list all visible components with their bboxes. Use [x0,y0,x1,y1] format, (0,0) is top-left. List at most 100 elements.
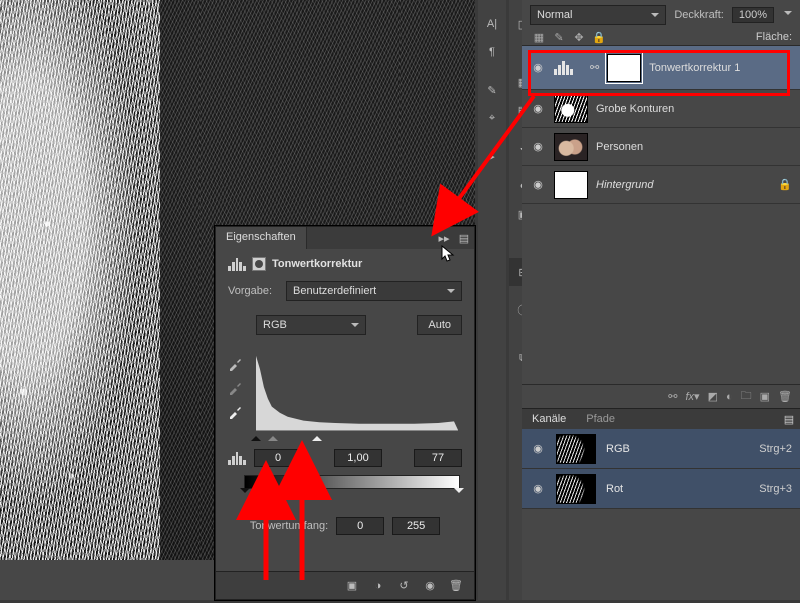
link-mask-icon[interactable]: ⚯ [590,61,599,74]
tab-channels[interactable]: Kanäle [522,409,576,429]
input-black-field[interactable]: 0 [254,449,302,467]
properties-tab[interactable]: Eigenschaften [216,227,307,249]
right-panel: Normal Deckkraft: 100% ▦ ✎ ✥ 🔒 Fläche: ◉… [522,0,800,600]
opacity-label: Deckkraft: [674,9,724,21]
visibility-toggle-icon[interactable]: ◉ [530,102,546,115]
levels-icon [554,61,582,75]
panel-dock-left: A| ¶ ✎ ⌖ ▸ [478,0,506,600]
add-mask-icon[interactable]: ◩ [708,390,718,403]
auto-button[interactable]: Auto [417,315,462,335]
visibility-toggle-icon[interactable]: ◉ [530,140,546,153]
channel-value: RGB [263,319,287,331]
opacity-value[interactable]: 100% [732,7,774,23]
layer-thumb[interactable] [554,95,588,123]
output-slider-white[interactable] [454,488,464,498]
paragraph-panel-icon[interactable]: ¶ [478,38,506,66]
lock-position-icon[interactable]: ✥ [570,30,588,44]
output-gradient[interactable] [244,475,460,489]
output-slider-black[interactable] [240,488,250,498]
layer-thumb[interactable] [554,133,588,161]
slider-black[interactable] [251,431,261,441]
histogram-curve [256,352,458,430]
new-group-icon[interactable]: 🗀 [741,387,752,406]
adjustment-heading: Tonwertkorrektur [228,257,462,271]
layer-row[interactable]: ◉ Personen [522,128,800,166]
link-layers-icon[interactable]: ⚯ [668,390,677,403]
layer-mask-thumb[interactable] [607,54,641,82]
output-black-field[interactable]: 0 [336,517,384,535]
layers-footer: ⚯ fx▾ ◩ ◐ 🗀 ▣ 🗑 [522,384,800,408]
cursor-icon [441,245,455,263]
channel-thumb [556,434,596,464]
channels-menu-icon[interactable]: ▤ [778,409,800,429]
delete-layer-icon[interactable]: 🗑 [778,390,792,403]
channel-thumb [556,474,596,504]
blend-mode-select[interactable]: Normal [530,5,666,25]
preset-select[interactable]: Benutzerdefiniert [286,281,462,301]
properties-panel: Eigenschaften ▸▸ ▤ Tonwertkorrektur Vorg… [215,226,475,600]
preset-label: Vorgabe: [228,285,278,297]
clip-to-layer-icon[interactable]: ▣ [344,578,360,594]
brush-panel-icon[interactable]: ✎ [478,76,506,104]
eyedropper-gray-icon[interactable] [228,379,244,395]
adjustment-title: Tonwertkorrektur [272,258,362,270]
mask-icon[interactable] [252,257,266,271]
visibility-toggle-icon[interactable]: ◉ [530,482,546,495]
character-panel-icon[interactable]: A| [478,10,506,38]
layer-thumb[interactable] [554,171,588,199]
channel-select[interactable]: RGB [256,315,366,335]
layer-row-background[interactable]: ◉ Hintergrund 🔒 [522,166,800,204]
lock-pixels-icon[interactable]: ✎ [550,30,568,44]
channel-row[interactable]: ◉ Rot Strg+3 [522,469,800,509]
layer-row-adjustment[interactable]: ◉ ⚯ Tonwertkorrektur 1 [522,46,800,90]
input-gamma-field[interactable]: 1,00 [334,449,382,467]
fill-label: Fläche: [756,31,792,43]
eyedropper-white-icon[interactable] [228,403,244,419]
new-layer-icon[interactable]: ▣ [760,390,770,403]
channel-shortcut: Strg+2 [759,443,792,455]
output-white-field[interactable]: 255 [392,517,440,535]
histogram[interactable] [256,351,458,431]
slider-white[interactable] [312,431,322,441]
new-adjustment-icon[interactable]: ◐ [726,391,733,403]
layer-name[interactable]: Hintergrund [596,179,653,191]
reset-icon[interactable]: ↺ [396,578,412,594]
lock-transparent-icon[interactable]: ▦ [530,30,548,44]
eyedropper-black-icon[interactable] [228,355,244,371]
toggle-visibility-icon[interactable]: ◉ [422,578,438,594]
panel-menu-icon[interactable]: ▤ [454,227,474,249]
levels-small-icon [228,451,246,465]
history-panel-icon[interactable]: ▸ [478,142,506,170]
visibility-toggle-icon[interactable]: ◉ [530,61,546,74]
channels-tabs: Kanäle Pfade ▤ [522,408,800,429]
output-label: Tonwertumfang: [250,520,328,532]
layer-style-icon[interactable]: fx▾ [685,390,699,403]
delete-icon[interactable]: 🗑 [448,578,464,594]
layers-list: ◉ ⚯ Tonwertkorrektur 1 ◉ Grobe Konturen … [522,46,800,204]
levels-icon [228,257,246,271]
layer-row[interactable]: ◉ Grobe Konturen [522,90,800,128]
channel-shortcut: Strg+3 [759,483,792,495]
input-sliders[interactable] [256,433,458,443]
layer-name[interactable]: Tonwertkorrektur 1 [649,62,740,74]
properties-titlebar: Eigenschaften ▸▸ ▤ [216,227,474,249]
opacity-dropdown-icon[interactable] [784,11,792,19]
properties-footer: ▣ ◑ ↺ ◉ 🗑 [216,571,474,599]
layers-header: Normal Deckkraft: 100% ▦ ✎ ✥ 🔒 Fläche: [522,0,800,46]
clone-panel-icon[interactable]: ⌖ [478,104,506,132]
slider-gamma[interactable] [268,431,278,441]
layer-name[interactable]: Grobe Konturen [596,103,674,115]
layer-name[interactable]: Personen [596,141,643,153]
view-previous-icon[interactable]: ◑ [370,578,386,594]
channel-row[interactable]: ◉ RGB Strg+2 [522,429,800,469]
visibility-toggle-icon[interactable]: ◉ [530,442,546,455]
channel-name: RGB [606,443,630,455]
preset-value: Benutzerdefiniert [293,285,376,297]
visibility-toggle-icon[interactable]: ◉ [530,178,546,191]
lock-all-icon[interactable]: 🔒 [590,30,608,44]
channel-name: Rot [606,483,623,495]
canvas-artwork [0,0,160,560]
input-white-field[interactable]: 77 [414,449,462,467]
blend-mode-value: Normal [537,9,572,21]
tab-paths[interactable]: Pfade [576,409,625,429]
